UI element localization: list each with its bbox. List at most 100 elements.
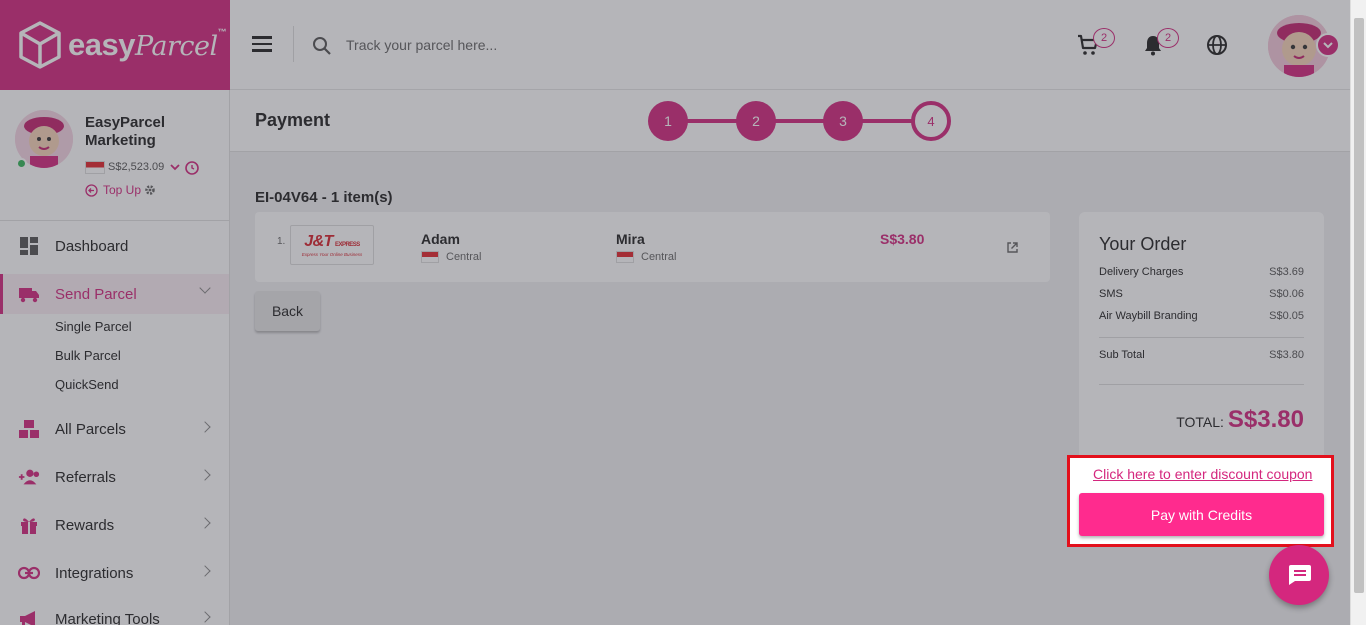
gear-icon[interactable] <box>144 184 156 196</box>
parcel-index: 1. <box>277 236 286 247</box>
profile-name: EasyParcel Marketing <box>85 114 166 149</box>
chevron-right-icon <box>199 469 211 481</box>
parcel-row: 1. J&T EXPRESS Express Your Online Busine… <box>255 212 1050 282</box>
scrollbar-thumb[interactable] <box>1354 18 1364 593</box>
cart-count-badge: 2 <box>1093 28 1115 48</box>
courier-name: J&T <box>304 233 333 250</box>
sidebar-item-label: Marketing Tools <box>55 610 160 625</box>
sidebar-item-label: Dashboard <box>55 237 129 255</box>
summary-row-value: S$0.05 <box>1269 310 1304 322</box>
sidebar-item-rewards[interactable]: Rewards <box>0 505 229 545</box>
sidebar: EasyParcel Marketing S$2,523.09 Top Up D… <box>0 90 230 625</box>
add-user-icon <box>18 466 40 488</box>
summary-row-label: Air Waybill Branding <box>1099 310 1198 322</box>
page-header: Payment 1 2 3 4 <box>230 90 1350 152</box>
credit-balance: S$2,523.09 <box>108 161 165 173</box>
chat-button[interactable] <box>1269 545 1329 605</box>
sidebar-item-label: All Parcels <box>55 420 126 438</box>
hamburger-menu-button[interactable] <box>252 36 272 52</box>
highlight-box <box>1067 455 1334 547</box>
receiver-info: Mira Central <box>616 231 676 263</box>
sidebar-item-dashboard[interactable]: Dashboard <box>0 226 229 266</box>
singapore-flag-icon <box>85 160 105 174</box>
sidebar-item-marketing-tools[interactable]: Marketing Tools <box>0 599 229 625</box>
sidebar-item-label: Referrals <box>55 468 116 486</box>
summary-row-label: Delivery Charges <box>1099 266 1184 278</box>
sidebar-item-label: Send Parcel <box>55 285 137 303</box>
notification-count-badge: 2 <box>1157 28 1179 48</box>
total-row: TOTAL: S$3.80 <box>1176 406 1304 434</box>
stepper-connector <box>686 119 738 123</box>
dashboard-icon <box>18 235 40 257</box>
courier-logo: J&T EXPRESS Express Your Online Business <box>290 225 374 265</box>
balance-row[interactable]: S$2,523.09 <box>85 158 201 176</box>
chevron-right-icon <box>199 565 211 577</box>
cube-logo-icon <box>19 21 61 69</box>
receiver-region: Central <box>641 251 677 263</box>
total-label: TOTAL: <box>1176 414 1224 430</box>
summary-title: Your Order <box>1099 234 1187 254</box>
summary-row-value: S$0.06 <box>1269 288 1304 300</box>
step-3[interactable]: 3 <box>823 101 863 141</box>
sender-info: Adam Central <box>421 231 481 263</box>
external-link-icon[interactable] <box>1006 241 1019 254</box>
sender-name: Adam <box>421 231 460 247</box>
page-title: Payment <box>255 110 331 130</box>
subtotal-label: Sub Total <box>1099 349 1145 361</box>
sidebar-item-all-parcels[interactable]: All Parcels <box>0 409 229 449</box>
chevron-down-icon <box>199 282 211 294</box>
step-4: 4 <box>911 101 951 141</box>
sidebar-subitem-quicksend[interactable]: QuickSend <box>55 377 119 392</box>
truck-icon <box>18 283 40 305</box>
track-parcel-input[interactable] <box>346 30 746 60</box>
alarm-clock-icon[interactable] <box>183 158 201 176</box>
gift-icon <box>18 514 40 536</box>
singapore-flag-icon <box>616 251 634 263</box>
order-id: EI-04V64 - 1 item(s) <box>255 189 393 206</box>
account-dropdown-button[interactable] <box>1316 33 1340 57</box>
step-2[interactable]: 2 <box>736 101 776 141</box>
step-1[interactable]: 1 <box>648 101 688 141</box>
chevron-down-icon[interactable] <box>169 162 181 172</box>
scrollbar[interactable] <box>1350 0 1366 625</box>
parcel-price: S$3.80 <box>880 231 925 247</box>
sidebar-subitem-bulk-parcel[interactable]: Bulk Parcel <box>55 348 121 363</box>
summary-row: SMS S$0.06 <box>1099 288 1304 300</box>
megaphone-icon <box>18 608 40 625</box>
sidebar-item-label: Integrations <box>55 564 134 582</box>
online-status-dot <box>16 158 27 169</box>
top-up-link[interactable]: Top Up <box>85 183 156 197</box>
divider <box>1099 384 1304 385</box>
back-button[interactable]: Back <box>255 291 320 331</box>
chat-icon <box>1289 565 1311 585</box>
sidebar-item-label: Rewards <box>55 516 115 534</box>
chevron-right-icon <box>199 421 211 433</box>
chevron-down-icon <box>1323 42 1333 49</box>
subtotal-row: Sub Total S$3.80 <box>1099 349 1304 361</box>
stepper-connector <box>774 119 826 123</box>
summary-row-value: S$3.69 <box>1269 266 1304 278</box>
divider <box>1099 337 1304 338</box>
total-amount: S$3.80 <box>1227 406 1304 433</box>
boxes-icon <box>18 418 40 440</box>
top-bar: 2 2 <box>230 0 1350 90</box>
top-up-label: Top Up <box>103 183 142 197</box>
search-icon[interactable] <box>312 36 332 56</box>
courier-sub: EXPRESS <box>334 242 360 248</box>
brand-name: easyParcel™ <box>68 27 227 62</box>
sender-region: Central <box>446 251 482 263</box>
summary-row: Delivery Charges S$3.69 <box>1099 266 1304 278</box>
sidebar-item-referrals[interactable]: Referrals <box>0 457 229 497</box>
sidebar-subitem-single-parcel[interactable]: Single Parcel <box>55 319 132 334</box>
link-icon <box>18 562 40 584</box>
arrow-circle-icon <box>85 183 98 197</box>
brand-logo[interactable]: easyParcel™ <box>0 0 230 90</box>
sidebar-item-integrations[interactable]: Integrations <box>0 553 229 593</box>
singapore-flag-icon <box>421 251 439 263</box>
sidebar-item-send-parcel[interactable]: Send Parcel <box>0 274 229 314</box>
courier-tagline: Express Your Online Business <box>301 252 363 257</box>
summary-row-label: SMS <box>1099 288 1123 300</box>
receiver-name: Mira <box>616 231 645 247</box>
globe-icon[interactable] <box>1205 33 1229 57</box>
divider <box>293 26 294 62</box>
